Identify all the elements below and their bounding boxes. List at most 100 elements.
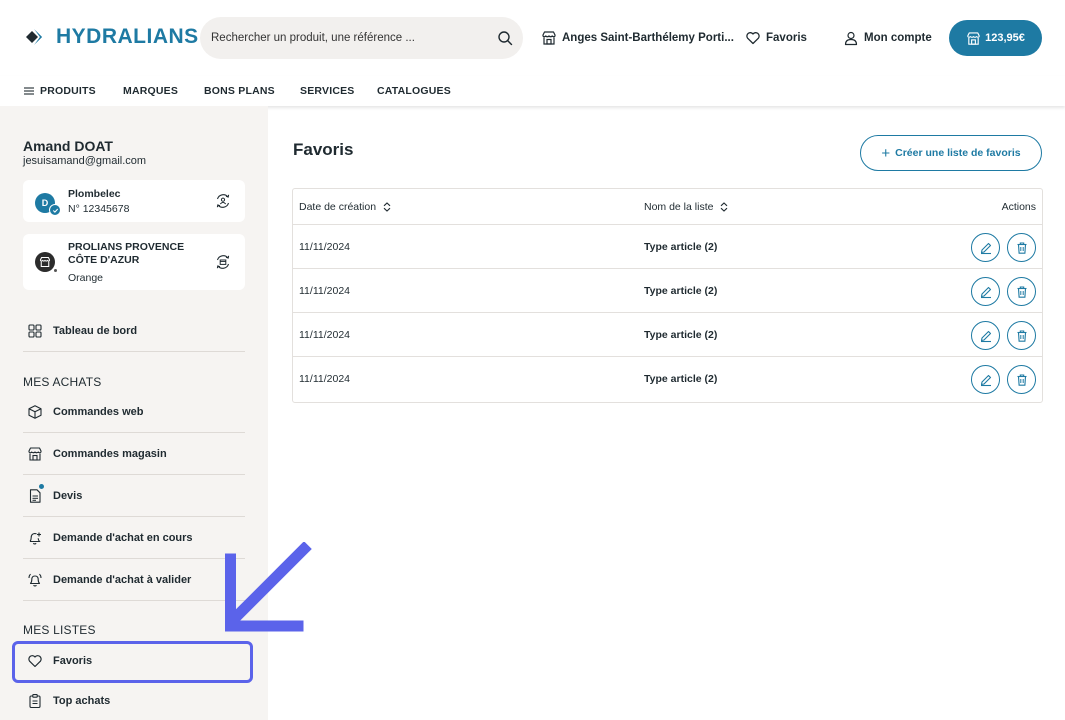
store-name: PROLIANS PROVENCE CÔTE D'AZUR — [68, 241, 184, 267]
row-date: 11/11/2024 — [299, 285, 350, 297]
switch-store-icon[interactable] — [214, 253, 232, 271]
sidebar-item-requests-to-validate[interactable]: Demande d'achat à valider — [23, 560, 245, 601]
account-name: Plombelec — [68, 188, 121, 200]
row-date: 11/11/2024 — [299, 373, 350, 385]
delete-list-button[interactable] — [1007, 233, 1036, 262]
edit-list-button[interactable] — [971, 233, 1000, 262]
nav-products[interactable]: PRODUITS — [23, 85, 96, 97]
menu-icon — [24, 87, 34, 95]
brand-logo[interactable]: HYDRALIANS — [22, 24, 199, 50]
account-sidebar: Amand DOAT jesuisamand@gmail.com D Plomb… — [0, 106, 312, 720]
search-icon[interactable] — [497, 30, 513, 46]
sidebar-item-dashboard-label: Tableau de bord — [53, 325, 138, 337]
sidebar-item-pending-requests[interactable]: Demande d'achat en cours — [23, 518, 245, 559]
row-list-name[interactable]: Type article (2) — [644, 285, 717, 297]
sidebar-item-web-orders[interactable]: Commandes web — [23, 392, 245, 433]
store-icon — [542, 31, 556, 45]
column-header-name-label: Nom de la liste — [644, 201, 714, 213]
nav-deals[interactable]: BONS PLANS — [204, 85, 275, 97]
heart-icon — [746, 32, 760, 45]
page-title: Favoris — [293, 140, 354, 159]
table-row: 11/11/2024 Type article (2) — [293, 269, 1042, 313]
sidebar-item-store-orders-label: Commandes magasin — [53, 448, 167, 460]
nav-products-label: PRODUITS — [40, 85, 96, 97]
account-avatar-letter: D — [41, 198, 49, 208]
brand-diamond-icon — [26, 29, 42, 45]
main-nav: PRODUITS MARQUES BONS PLANS SERVICES CAT… — [0, 76, 1065, 106]
store-avatar-icon — [35, 252, 58, 273]
sidebar-item-quotes[interactable]: Devis — [23, 476, 245, 517]
verified-check-icon — [49, 204, 61, 216]
sidebar-item-quotes-label: Devis — [53, 490, 83, 502]
store-card[interactable]: PROLIANS PROVENCE CÔTE D'AZUR Orange — [23, 234, 245, 290]
sidebar-item-store-orders[interactable]: Commandes magasin — [23, 434, 245, 475]
column-header-date[interactable]: Date de création — [299, 201, 392, 213]
table-header: Date de création Nom de la liste Actions — [293, 189, 1042, 225]
create-favorites-list-button[interactable]: + Créer une liste de favoris — [860, 135, 1042, 171]
delete-list-button[interactable] — [1007, 365, 1036, 394]
notification-dot — [39, 484, 44, 489]
plus-icon: + — [881, 144, 891, 162]
pencil-icon — [980, 286, 991, 298]
document-icon — [27, 484, 44, 504]
sidebar-item-web-orders-label: Commandes web — [53, 406, 144, 418]
cart-total: 123,95€ — [985, 32, 1025, 44]
account-card[interactable]: D Plombelec N° 12345678 — [23, 180, 245, 222]
row-list-name[interactable]: Type article (2) — [644, 241, 717, 253]
store-icon — [27, 446, 43, 462]
user-icon — [844, 31, 858, 46]
store-name-line2: CÔTE D'AZUR — [68, 254, 140, 266]
table-row: 11/11/2024 Type article (2) — [293, 313, 1042, 357]
store-label: Anges Saint-Barthélemy Porti... — [562, 32, 734, 44]
store-name-line1: PROLIANS PROVENCE — [68, 241, 185, 253]
sidebar-item-requests-to-validate-label: Demande d'achat à valider — [53, 574, 192, 586]
user-email: jesuisamand@gmail.com — [23, 155, 147, 167]
sort-icon — [721, 202, 728, 212]
account-avatar: D — [35, 193, 61, 216]
box-icon — [27, 404, 43, 420]
row-date: 11/11/2024 — [299, 329, 350, 341]
grid-icon — [27, 323, 43, 339]
table-row: 11/11/2024 Type article (2) — [293, 225, 1042, 269]
sidebar-item-pending-requests-label: Demande d'achat en cours — [53, 532, 193, 544]
account-link[interactable]: Mon compte — [843, 30, 932, 46]
create-favorites-list-label: Créer une liste de favoris — [895, 147, 1021, 159]
clipboard-icon — [27, 693, 43, 709]
brand-name: HYDRALIANS — [56, 25, 199, 48]
delete-list-button[interactable] — [1007, 277, 1036, 306]
account-label: Mon compte — [864, 32, 932, 44]
delete-list-button[interactable] — [1007, 321, 1036, 350]
purchases-section-title: MES ACHATS — [23, 375, 102, 389]
user-name: Amand DOAT — [23, 138, 113, 154]
sidebar-item-dashboard[interactable]: Tableau de bord — [23, 311, 245, 352]
row-date: 11/11/2024 — [299, 241, 350, 253]
sidebar-item-top-purchases-label: Top achats — [53, 695, 111, 707]
header-favorites-link[interactable]: Favoris — [745, 30, 807, 46]
nav-services[interactable]: SERVICES — [300, 85, 355, 97]
lists-section-title: MES LISTES — [23, 623, 96, 637]
switch-account-icon[interactable] — [214, 192, 232, 210]
search-input[interactable] — [211, 17, 481, 59]
search-bar — [200, 17, 523, 59]
cart-button[interactable]: 123,95€ — [949, 20, 1042, 56]
header-favorites-label: Favoris — [766, 32, 807, 44]
sidebar-item-top-purchases[interactable]: Top achats — [23, 681, 245, 720]
favorites-table: Date de création Nom de la liste Actions… — [292, 188, 1043, 403]
pencil-icon — [980, 242, 991, 254]
trash-icon — [1017, 285, 1026, 298]
edit-list-button[interactable] — [971, 277, 1000, 306]
nav-brands[interactable]: MARQUES — [123, 85, 178, 97]
row-list-name[interactable]: Type article (2) — [644, 373, 717, 385]
row-list-name[interactable]: Type article (2) — [644, 329, 717, 341]
edit-list-button[interactable] — [971, 321, 1000, 350]
account-number: N° 12345678 — [68, 203, 130, 215]
annotation-arrow-icon — [225, 542, 312, 632]
column-header-name[interactable]: Nom de la liste — [644, 201, 729, 213]
nav-catalogs[interactable]: CATALOGUES — [377, 85, 451, 97]
store-selector[interactable]: Anges Saint-Barthélemy Porti... — [541, 30, 734, 46]
pencil-icon — [980, 374, 991, 386]
bell-ring-icon — [27, 572, 43, 588]
trash-icon — [1017, 241, 1026, 254]
edit-list-button[interactable] — [971, 365, 1000, 394]
top-header: HYDRALIANS Anges Saint-Barthélemy Porti.… — [0, 0, 1065, 76]
